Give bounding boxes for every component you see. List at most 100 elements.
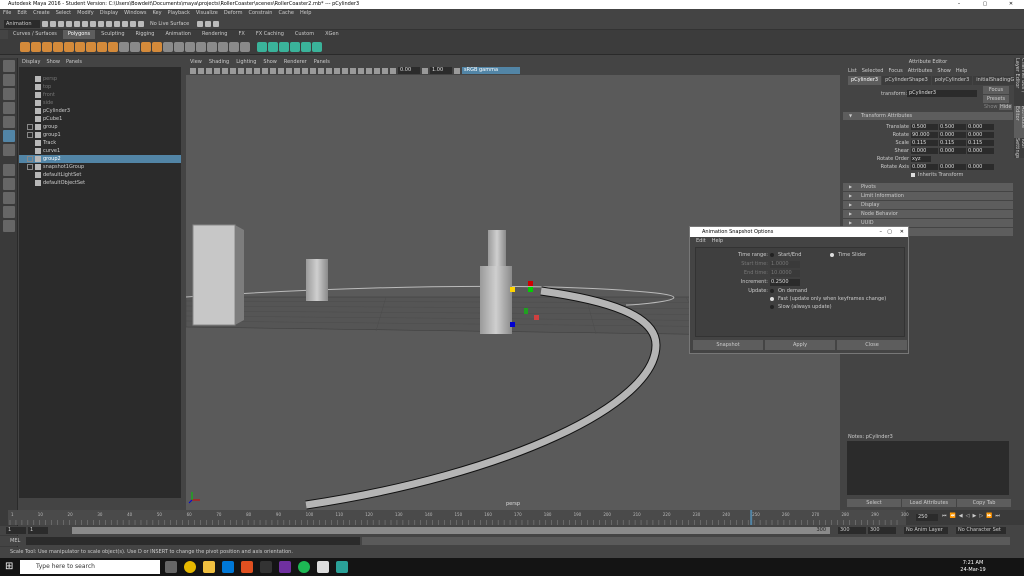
dialog-menu-edit[interactable]: Edit <box>696 237 706 245</box>
playhead[interactable] <box>750 510 753 525</box>
camera-attributes-icon[interactable] <box>198 67 204 74</box>
menu-file[interactable]: File <box>3 9 11 18</box>
outliner-menu-panels[interactable]: Panels <box>66 58 82 67</box>
tab-fx-caching[interactable]: FX Caching <box>250 30 289 39</box>
expand-icon[interactable] <box>27 156 33 162</box>
outliner-menu-display[interactable]: Display <box>22 58 40 67</box>
section-limit-information[interactable]: Limit Information <box>843 192 1013 200</box>
tab-channel-box[interactable]: Channel Box / Layer Editor <box>1014 58 1024 106</box>
platonic-solid-icon[interactable] <box>97 41 107 52</box>
presets-button[interactable]: Presets <box>983 95 1009 103</box>
tab-curves-surfaces[interactable]: Curves / Surfaces <box>8 30 62 39</box>
shadows-icon[interactable] <box>326 67 332 74</box>
section-node-behavior[interactable]: Node Behavior <box>843 210 1013 218</box>
expand-icon[interactable] <box>27 132 33 138</box>
outliner-item-top[interactable]: top <box>19 83 181 91</box>
exposure-field[interactable]: 0.00 <box>398 67 420 74</box>
separate-icon[interactable] <box>130 41 140 52</box>
expand-icon[interactable] <box>27 124 33 130</box>
redo-icon[interactable] <box>74 20 80 27</box>
boolean-icon[interactable] <box>152 41 162 52</box>
select-object-icon[interactable] <box>90 20 96 27</box>
xray-joints-icon[interactable] <box>342 67 348 74</box>
combine-icon[interactable] <box>119 41 129 52</box>
step-back-frame-icon[interactable]: ◀ <box>959 513 963 519</box>
menu-visualize[interactable]: Visualize <box>196 9 218 18</box>
radio-start-end[interactable]: Start/End <box>770 252 801 259</box>
planar-uv-icon[interactable] <box>257 41 267 52</box>
rotate-axis-z-field[interactable]: 0.000 <box>967 164 994 170</box>
menu-set-selector[interactable]: Animation <box>4 19 40 28</box>
four-view-icon[interactable] <box>3 178 15 190</box>
task-view-icon[interactable] <box>165 561 177 573</box>
focus-button[interactable]: Focus <box>983 86 1009 94</box>
dialog-menu-help[interactable]: Help <box>712 237 723 245</box>
dialog-close-icon[interactable]: ✕ <box>900 227 904 237</box>
ae-menu-show[interactable]: Show <box>937 66 951 76</box>
ae-menu-selected[interactable]: Selected <box>862 66 884 76</box>
menu-help[interactable]: Help <box>300 9 311 18</box>
minimize-button[interactable]: – <box>946 0 972 9</box>
tab-sculpting[interactable]: Sculpting <box>96 30 130 39</box>
uv-editor-icon[interactable] <box>301 41 311 52</box>
range-bar[interactable]: 300 <box>72 527 830 534</box>
poly-sphere-icon[interactable] <box>20 41 30 52</box>
outliner-item-group1[interactable]: group1 <box>19 131 181 139</box>
rotate-tool-icon[interactable] <box>3 116 15 128</box>
use-all-lights-icon[interactable] <box>318 67 324 74</box>
radio-on-demand[interactable]: On demand <box>770 288 807 295</box>
outliner-item-pcylinder3[interactable]: pCylinder3 <box>19 107 181 115</box>
go-to-end-icon[interactable]: ⏭ <box>995 513 1000 519</box>
inherits-transform-checkbox[interactable] <box>911 173 915 177</box>
tab-animation[interactable]: Animation <box>160 30 196 39</box>
anim-end-field[interactable]: 300 <box>868 527 896 534</box>
current-frame-field[interactable]: 250 <box>916 514 938 521</box>
dialog-maximize-button[interactable]: ▢ <box>887 227 892 237</box>
outliner-item-curve1[interactable]: curve1 <box>19 147 181 155</box>
tab-rendering[interactable]: Rendering <box>196 30 233 39</box>
terminal-icon[interactable] <box>260 561 272 573</box>
mel-label[interactable]: MEL <box>10 538 20 544</box>
move-tool-icon[interactable] <box>3 102 15 114</box>
default-lighting-icon[interactable] <box>294 67 300 74</box>
smooth-icon[interactable] <box>141 41 151 52</box>
cylinder-mesh-top[interactable] <box>488 230 506 266</box>
expand-icon[interactable] <box>27 164 33 170</box>
image-plane-icon[interactable] <box>214 67 220 74</box>
wireframe-icon[interactable] <box>278 67 284 74</box>
ae-tab-polycylinder3[interactable]: polyCylinder3 <box>931 76 973 85</box>
tab-rigging[interactable]: Rigging <box>130 30 160 39</box>
persp-graph-icon[interactable] <box>3 206 15 218</box>
menu-playback[interactable]: Playback <box>168 9 190 18</box>
store-icon[interactable] <box>222 561 234 573</box>
grid-icon[interactable] <box>222 67 228 74</box>
chrome-icon[interactable] <box>184 561 196 573</box>
onenote-icon[interactable] <box>279 561 291 573</box>
translate-x-field[interactable]: 0.500 <box>911 124 938 130</box>
color-management-icon[interactable] <box>454 67 460 74</box>
tab-custom[interactable]: Custom <box>289 30 320 39</box>
bridge-icon[interactable] <box>185 41 195 52</box>
menu-edit[interactable]: Edit <box>17 9 27 18</box>
range-end-field[interactable]: 300 <box>838 527 866 534</box>
undo-icon[interactable] <box>66 20 72 27</box>
super-shape-icon[interactable] <box>108 41 118 52</box>
tab-tool-settings[interactable]: Tool Settings <box>1014 138 1024 158</box>
vp-menu-shading[interactable]: Shading <box>209 58 229 66</box>
rotate-z-field[interactable]: 0.000 <box>967 132 994 138</box>
select-component-icon[interactable] <box>98 20 104 27</box>
ae-tab-shadinggroup[interactable]: initialShadingGr <box>973 76 1020 85</box>
outliner-item-pcube1[interactable]: pCube1 <box>19 115 181 123</box>
tab-fx[interactable]: FX <box>233 30 250 39</box>
gamma-field[interactable]: 1.00 <box>430 67 452 74</box>
calculator-icon[interactable] <box>317 561 329 573</box>
textured-icon[interactable] <box>310 67 316 74</box>
snap-point-icon[interactable] <box>122 20 128 27</box>
windows-start-icon[interactable]: ⊞ <box>5 561 13 572</box>
gate-mask-icon[interactable] <box>246 67 252 74</box>
append-icon[interactable] <box>218 41 228 52</box>
section-transform-attributes[interactable]: Transform Attributes <box>843 112 1013 120</box>
menu-display[interactable]: Display <box>100 9 118 18</box>
cylinder-mesh-selected[interactable] <box>480 266 512 334</box>
tab-xgen[interactable]: XGen <box>320 30 344 39</box>
